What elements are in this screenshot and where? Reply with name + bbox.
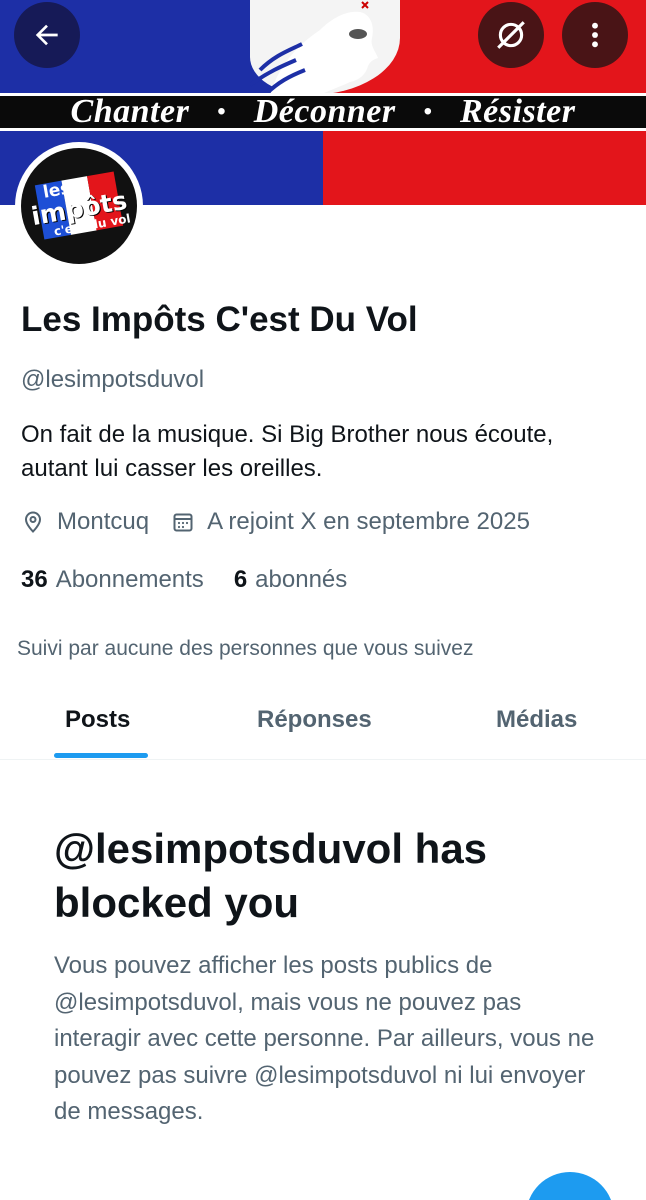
more-vertical-icon: [592, 22, 598, 48]
banner-word: Déconner: [253, 93, 396, 130]
following-link[interactable]: 36 Abonnements: [21, 566, 204, 594]
following-label: Abonnements: [55, 566, 204, 593]
tab-replies[interactable]: Réponses: [257, 706, 372, 734]
profile-bio: On fait de la musique. Si Big Brother no…: [21, 421, 554, 482]
compose-button[interactable]: [526, 1172, 614, 1200]
avatar-logo: les impôts c'est du vol: [21, 148, 137, 264]
banner-word: Résister: [460, 93, 576, 130]
marianne-silhouette-icon: [248, 1, 378, 97]
banner-slogan-strip: Chanter • Déconner • Résister: [0, 93, 646, 131]
calendar-icon: [173, 513, 193, 532]
active-tab-indicator: [54, 753, 148, 758]
grok-icon: [497, 21, 525, 49]
banner-marianne-figure: [248, 0, 400, 97]
banner-word: Chanter: [70, 93, 190, 130]
arrow-left-icon: [35, 24, 58, 46]
grok-button[interactable]: [478, 2, 544, 68]
followers-link[interactable]: 6 abonnés: [234, 566, 347, 594]
location-pin-icon: [24, 511, 42, 533]
followed-by-text: Suivi par aucune des personnes que vous …: [17, 637, 474, 660]
blocked-description: Vous pouvez afficher les posts publics d…: [54, 952, 595, 1125]
profile-handle: @lesimpotsduvol: [21, 366, 205, 393]
more-options-button[interactable]: [562, 2, 628, 68]
followers-label: abonnés: [255, 566, 348, 593]
following-count: 36: [21, 566, 48, 593]
profile-name: Les Impôts C'est Du Vol: [21, 300, 418, 339]
tab-posts[interactable]: Posts: [65, 706, 130, 734]
followers-count: 6: [233, 566, 248, 593]
join-date-text: A rejoint X en septembre 2025: [207, 508, 530, 535]
avatar-logo-text: les impôts c'est du vol: [26, 171, 131, 241]
location: Montcuq: [21, 508, 149, 536]
profile-tabs: Posts Réponses Médias: [0, 690, 646, 760]
blocked-title: @lesimpotsduvol has blocked you: [54, 825, 488, 926]
banner-separator: •: [217, 98, 226, 125]
location-text: Montcuq: [57, 508, 150, 535]
banner-separator: •: [423, 98, 432, 125]
follow-stats: 36 Abonnements 6 abonnés: [21, 566, 377, 594]
profile-meta: Montcuq A rejoint X en septembre 2025: [21, 508, 530, 536]
back-button[interactable]: [14, 2, 80, 68]
join-date: A rejoint X en septembre 2025: [171, 508, 530, 536]
avatar[interactable]: les impôts c'est du vol: [15, 142, 143, 270]
tab-media[interactable]: Médias: [496, 706, 577, 734]
